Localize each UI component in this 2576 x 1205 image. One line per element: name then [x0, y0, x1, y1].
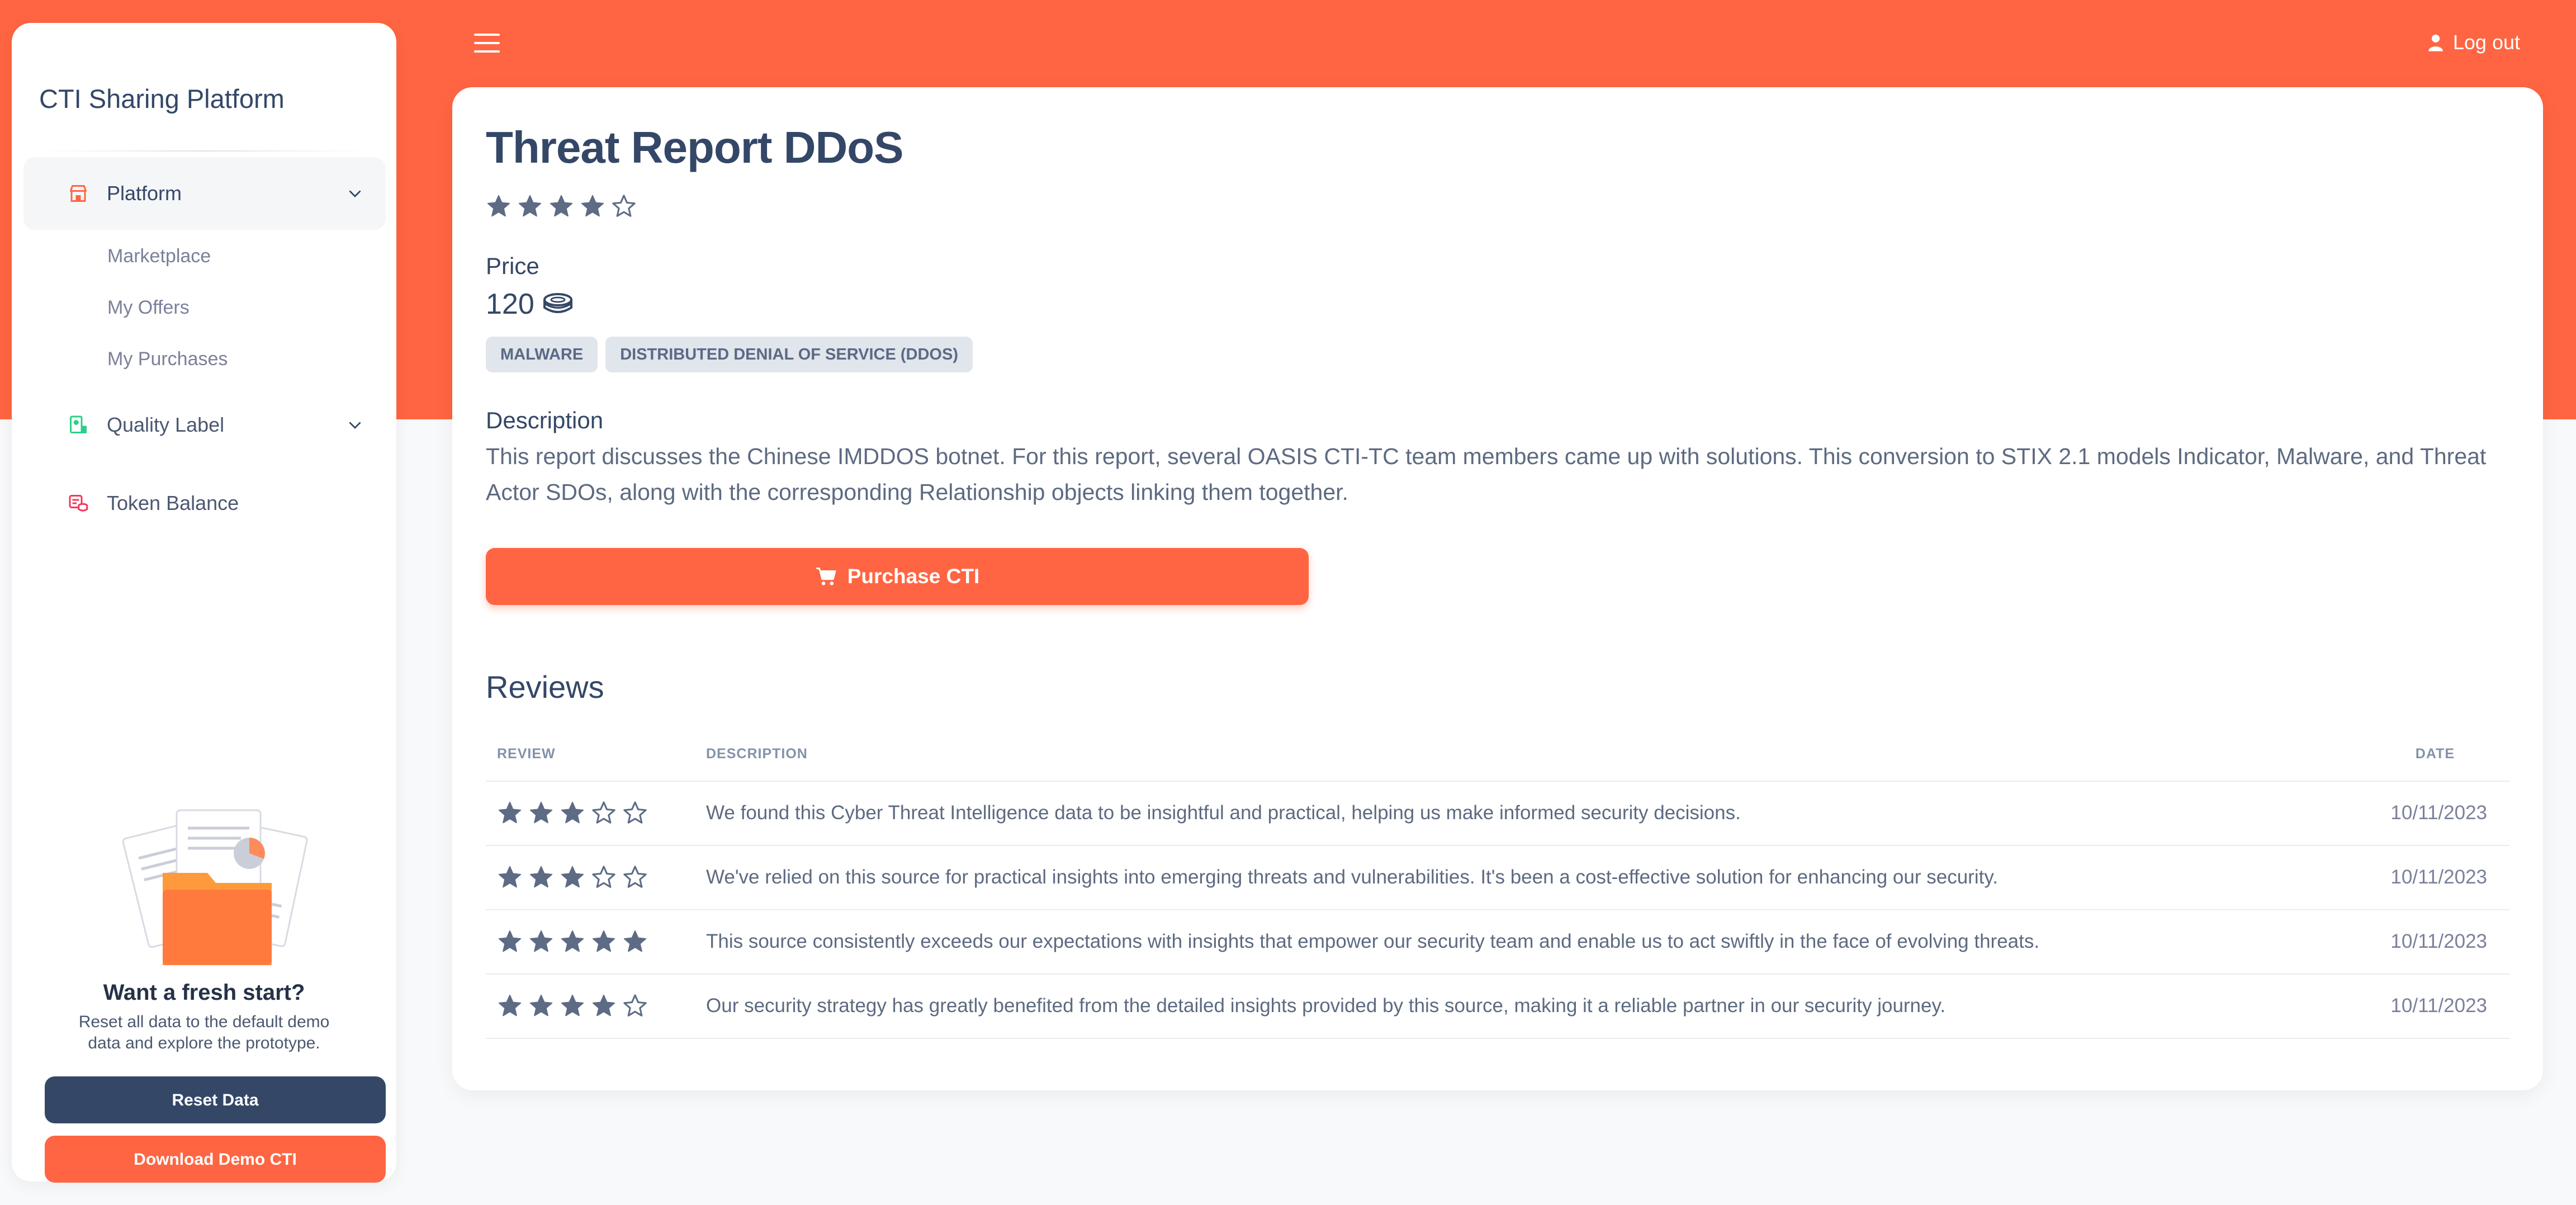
star-filled-icon	[498, 801, 522, 824]
star-filled-icon	[561, 994, 584, 1017]
reviews-table: REVIEW DESCRIPTION DATE We found this Cy…	[486, 730, 2509, 1039]
price-value: 120	[486, 288, 534, 320]
sidebar-item-platform[interactable]: Platform	[23, 157, 386, 230]
star-filled-icon	[592, 994, 615, 1017]
review-rating	[497, 800, 648, 826]
review-date: 10/11/2023	[2390, 802, 2487, 824]
review-description: This source consistently exceeds our exp…	[706, 930, 2040, 952]
price-value-row: 120	[486, 287, 574, 321]
fresh-start-text: Reset all data to the default demo data …	[78, 1013, 330, 1052]
column-header-description: DESCRIPTION	[706, 746, 808, 762]
coin-stack-icon	[543, 293, 572, 313]
review-description: We found this Cyber Threat Intelligence …	[706, 802, 1741, 824]
sidebar-subitem-marketplace[interactable]: Marketplace	[107, 245, 211, 267]
star-outline-icon	[612, 195, 636, 217]
price-label: Price	[486, 253, 539, 279]
sidebar-item-token-balance[interactable]: Token Balance	[23, 467, 386, 540]
star-filled-icon	[561, 866, 584, 888]
table-row: This source consistently exceeds our exp…	[486, 910, 2509, 975]
column-header-review: REVIEW	[497, 746, 556, 762]
star-filled-icon	[550, 195, 573, 217]
star-filled-icon	[529, 930, 553, 952]
tag-list: MALWARE DISTRIBUTED DENIAL OF SERVICE (D…	[486, 337, 973, 372]
shop-icon	[70, 185, 87, 202]
user-icon	[2428, 34, 2443, 51]
star-filled-icon	[581, 195, 604, 217]
report-card: Threat Report DDoS Price 120 MALWARE DIS…	[452, 87, 2543, 1090]
star-outline-icon	[623, 801, 647, 824]
folder-illustration-icon	[122, 809, 308, 965]
fresh-start-title: Want a fresh start?	[103, 980, 305, 1005]
cart-icon	[816, 568, 836, 585]
tag-badge: MALWARE	[486, 337, 598, 372]
table-header: REVIEW DESCRIPTION DATE	[486, 730, 2509, 782]
star-filled-icon	[561, 930, 584, 952]
report-description: This report discusses the Chinese IMDDOS…	[486, 443, 2487, 505]
review-description: Our security strategy has greatly benefi…	[706, 995, 1946, 1017]
sidebar-item-label: Quality Label	[107, 413, 225, 436]
page-title: Threat Report DDoS	[486, 122, 903, 172]
review-rating	[497, 993, 648, 1019]
sidebar-subitem-my-offers[interactable]: My Offers	[107, 297, 190, 319]
app-title[interactable]: CTI Sharing Platform	[39, 83, 285, 114]
review-rating	[497, 864, 648, 890]
purchase-cti-button[interactable]: Purchase CTI	[486, 548, 1309, 605]
star-filled-icon	[529, 866, 553, 888]
star-filled-icon	[518, 195, 542, 217]
star-filled-icon	[623, 930, 647, 952]
menu-icon[interactable]	[474, 34, 500, 54]
badge-icon	[70, 415, 87, 433]
logout-label: Log out	[2452, 31, 2520, 54]
review-date: 10/11/2023	[2390, 866, 2487, 888]
star-filled-icon	[498, 930, 522, 952]
report-rating	[486, 193, 637, 219]
star-filled-icon	[487, 195, 510, 217]
star-filled-icon	[529, 801, 553, 824]
download-demo-cti-button[interactable]: Download Demo CTI	[45, 1136, 386, 1183]
star-filled-icon	[529, 994, 553, 1017]
coins-icon	[69, 495, 88, 512]
review-date: 10/11/2023	[2390, 930, 2487, 952]
chevron-down-icon[interactable]	[347, 417, 363, 433]
sidebar-item-label: Token Balance	[107, 492, 239, 514]
tag-badge: DISTRIBUTED DENIAL OF SERVICE (DDOS)	[605, 337, 973, 372]
star-outline-icon	[592, 866, 615, 888]
sidebar-item-quality-label[interactable]: Quality Label	[23, 389, 386, 461]
sidebar: CTI Sharing Platform Platform Marketplac…	[12, 23, 396, 1183]
description-label: Description	[486, 407, 604, 433]
table-row: We found this Cyber Threat Intelligence …	[486, 782, 2509, 846]
star-outline-icon	[623, 866, 647, 888]
chevron-down-icon[interactable]	[347, 185, 363, 202]
review-rating	[497, 929, 648, 954]
purchase-label: Purchase CTI	[847, 565, 980, 588]
star-filled-icon	[498, 994, 522, 1017]
sidebar-subitem-my-purchases[interactable]: My Purchases	[107, 348, 228, 370]
sidebar-divider	[39, 150, 369, 152]
logout-link[interactable]: Log out	[2426, 31, 2520, 54]
table-row: Our security strategy has greatly benefi…	[486, 975, 2509, 1039]
column-header-date: DATE	[2415, 746, 2455, 762]
star-filled-icon	[561, 801, 584, 824]
star-outline-icon	[623, 994, 647, 1017]
review-description: We've relied on this source for practica…	[706, 866, 1998, 888]
star-filled-icon	[592, 930, 615, 952]
star-outline-icon	[592, 801, 615, 824]
review-date: 10/11/2023	[2390, 995, 2487, 1017]
sidebar-item-label: Platform	[107, 182, 182, 205]
table-row: We've relied on this source for practica…	[486, 846, 2509, 910]
reviews-title: Reviews	[486, 669, 604, 705]
reset-data-button[interactable]: Reset Data	[45, 1076, 386, 1123]
star-filled-icon	[498, 866, 522, 888]
